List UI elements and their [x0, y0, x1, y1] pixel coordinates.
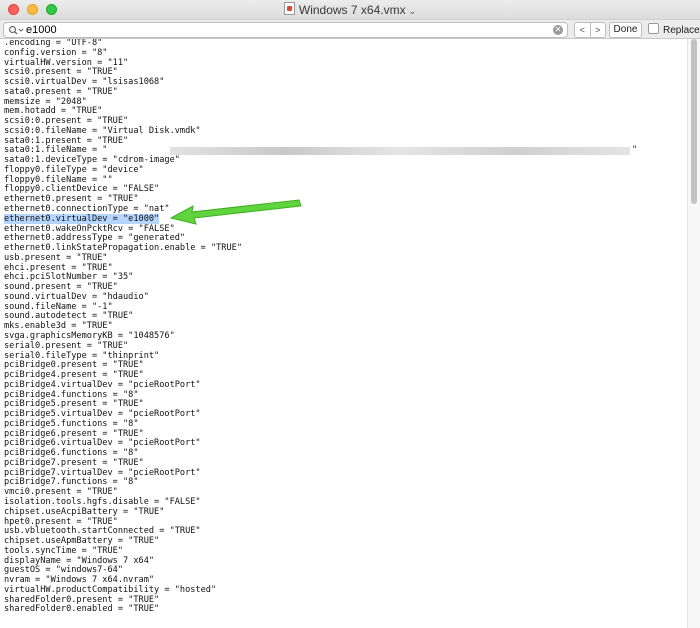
- editor-line-text: .encoding = "UTF-8": [4, 39, 103, 48]
- editor-line-text: pciBridge7.present = "TRUE": [4, 457, 144, 468]
- find-bar: ✕ < > Done Replace: [0, 20, 700, 39]
- editor-line-text: floppy0.fileType = "device": [4, 164, 144, 175]
- editor-line-text: virtualHW.version = "11": [4, 57, 129, 68]
- title-bar: Windows 7 x64.vmx ⌄: [0, 0, 700, 20]
- editor-line-text: usb.vbluetooth.startConnected = "TRUE": [4, 526, 201, 537]
- replace-label: Replace: [663, 25, 700, 36]
- replace-checkbox[interactable]: [648, 23, 659, 34]
- editor-line-text: tools.syncTime = "TRUE": [4, 545, 123, 556]
- find-previous-button[interactable]: <: [575, 23, 590, 37]
- editor-line-text: pciBridge5.present = "TRUE": [4, 399, 144, 410]
- editor-line-text: sharedFolder0.enabled = "TRUE": [4, 604, 160, 615]
- editor-line-text: pciBridge6.present = "TRUE": [4, 428, 144, 439]
- editor-line-text: sata0:1.present = "TRUE": [4, 135, 129, 146]
- editor-line-text: ethernet0.linkStatePropagation.enable = …: [4, 243, 242, 254]
- editor-line-text: config.version = "8": [4, 47, 108, 58]
- window-title-text: Windows 7 x64.vmx: [298, 3, 406, 17]
- search-field[interactable]: ✕: [3, 22, 568, 38]
- vertical-scrollbar[interactable]: [687, 39, 700, 628]
- window-title[interactable]: Windows 7 x64.vmx ⌄: [0, 2, 700, 19]
- editor-line-text: nvram = "Windows 7 x64.nvram": [4, 575, 155, 586]
- editor-line-text: displayName = "Windows 7 x64": [4, 555, 155, 566]
- editor-line-text: vmci0.present = "TRUE": [4, 487, 118, 498]
- editor-line-text: sound.fileName = "-1": [4, 301, 113, 312]
- scrollbar-thumb[interactable]: [691, 39, 697, 204]
- find-navigation: < >: [574, 22, 606, 38]
- document-icon: [283, 2, 295, 15]
- replace-toggle[interactable]: Replace: [648, 23, 700, 37]
- editor-line-text: serial0.present = "TRUE": [4, 340, 129, 351]
- editor-line-text: pciBridge7.functions = "8": [4, 477, 139, 488]
- editor-line-text: virtualHW.productCompatibility = "hosted…: [4, 584, 217, 595]
- text-editor-window: Windows 7 x64.vmx⌄ ✕ < > Done Replace .e…: [0, 0, 700, 628]
- editor-line-text: floppy0.fileName = "": [4, 174, 113, 185]
- editor-line-text: chipset.useApmBattery = "TRUE": [4, 536, 160, 547]
- editor-line-text: scsi0:0.fileName = "Virtual Disk.vmdk": [4, 125, 201, 136]
- find-next-button[interactable]: >: [589, 23, 606, 37]
- editor-line[interactable]: sata0.present = "TRUE": [0, 86, 687, 98]
- editor-line-text: usb.present = "TRUE": [4, 252, 108, 263]
- editor-line-text: hpet0.present = "TRUE": [4, 516, 118, 527]
- editor-line-text: pciBridge0.present = "TRUE": [4, 360, 144, 371]
- editor-line-text: ethernet0.addressType = "generated": [4, 233, 186, 244]
- chevron-down-icon[interactable]: ⌄: [409, 6, 417, 16]
- editor-line-text: scsi0.virtualDev = "lsisas1068": [4, 77, 165, 88]
- editor-line-text: sound.present = "TRUE": [4, 282, 118, 293]
- editor-line-text: ehci.present = "TRUE": [4, 262, 113, 273]
- editor-line-text: ethernet0.present = "TRUE": [4, 194, 139, 205]
- search-input[interactable]: [26, 23, 546, 37]
- editor-line-text: guestOS = "windows7-64": [4, 565, 123, 576]
- editor-line-text: ethernet0.connectionType = "nat": [4, 204, 170, 215]
- editor-line-text: pciBridge6.functions = "8": [4, 448, 139, 459]
- editor-line-text: pciBridge4.virtualDev = "pcieRootPort": [4, 379, 201, 390]
- editor-line-text: sound.virtualDev = "hdaudio": [4, 291, 149, 302]
- editor-line-text: isolation.tools.hgfs.disable = "FALSE": [4, 496, 201, 507]
- redacted-line-end-quote: ": [632, 145, 638, 156]
- editor-line-text: chipset.useAcpiBattery = "TRUE": [4, 506, 165, 517]
- editor-line-text: ehci.pciSlotNumber = "35": [4, 272, 134, 283]
- done-button[interactable]: Done: [609, 22, 642, 38]
- editor-line-text: sata0:1.deviceType = "cdrom-image": [4, 155, 180, 166]
- editor-line-text: sata0.present = "TRUE": [4, 86, 118, 97]
- clear-search-icon[interactable]: ✕: [553, 25, 563, 35]
- editor-line-text: sound.autodetect = "TRUE": [4, 311, 134, 322]
- editor-line-text: serial0.fileType = "thinprint": [4, 350, 160, 361]
- editor-line-text: pciBridge4.functions = "8": [4, 389, 139, 400]
- editor-line-text: mem.hotadd = "TRUE": [4, 106, 103, 117]
- annotation-arrow-icon: [169, 199, 302, 225]
- editor-line-text: scsi0:0.present = "TRUE": [4, 116, 129, 127]
- editor-line[interactable]: memsize = "2048": [0, 96, 687, 108]
- editor-line-text: scsi0.present = "TRUE": [4, 67, 118, 78]
- editor-line-text: svga.graphicsMemoryKB = "1048576": [4, 330, 175, 341]
- editor-line-text: pciBridge4.present = "TRUE": [4, 370, 144, 381]
- editor-line-text: pciBridge7.virtualDev = "pcieRootPort": [4, 467, 201, 478]
- text-editor[interactable]: .encoding = "UTF-8" config.version = "8" v…: [0, 39, 687, 628]
- editor-line-text: ethernet0.wakeOnPcktRcv = "FALSE": [4, 223, 175, 234]
- editor-line-text: mks.enable3d = "TRUE": [4, 321, 113, 332]
- editor-line-text: pciBridge6.virtualDev = "pcieRootPort": [4, 438, 201, 449]
- editor-line-text: sharedFolder0.present = "TRUE": [4, 594, 160, 605]
- editor-line-text: floppy0.clientDevice = "FALSE": [4, 184, 160, 195]
- redacted-path: [170, 147, 630, 156]
- editor-line-text: pciBridge5.functions = "8": [4, 418, 139, 429]
- editor-line-text: pciBridge5.virtualDev = "pcieRootPort": [4, 409, 201, 420]
- editor-line-text: ethernet0.virtualDev = "e1000": [4, 213, 160, 224]
- magnifier-icon[interactable]: [8, 25, 24, 35]
- editor-line-text: memsize = "2048": [4, 96, 87, 107]
- editor-line-text: sata0:1.fileName = ": [4, 145, 108, 156]
- editor-line[interactable]: sharedFolder0.enabled = "TRUE": [0, 605, 687, 615]
